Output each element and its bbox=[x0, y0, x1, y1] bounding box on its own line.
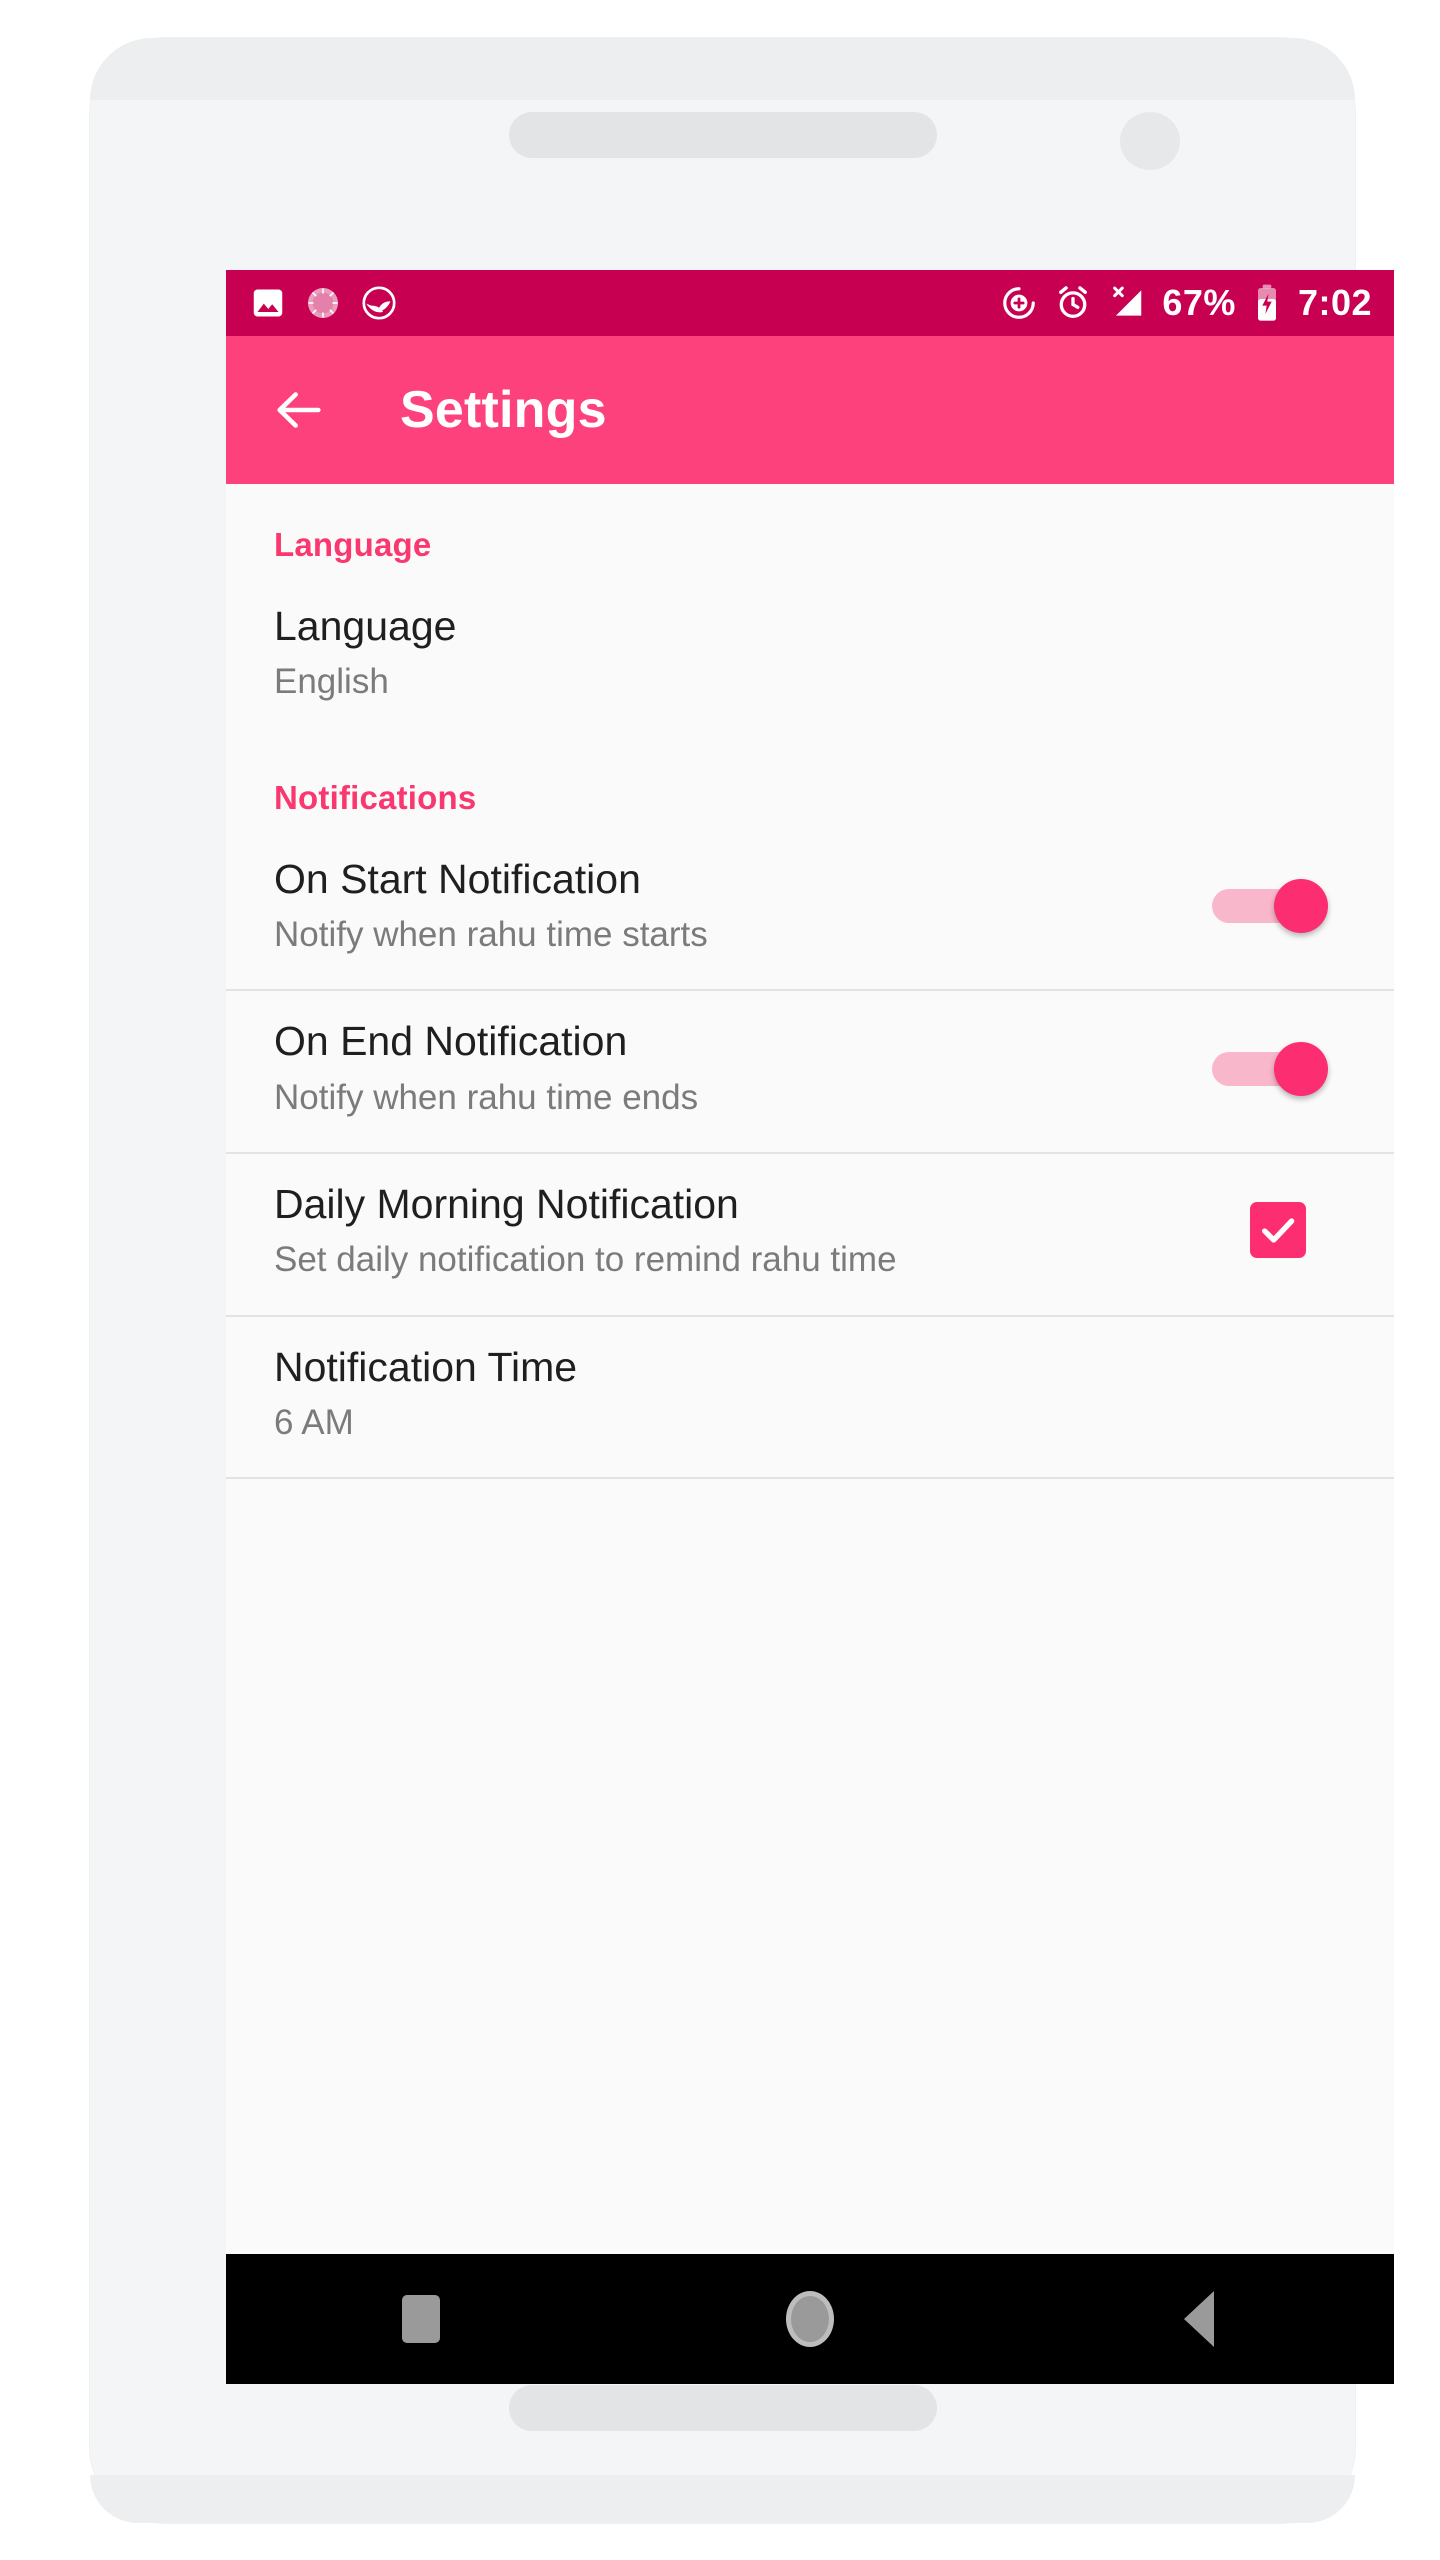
no-signal-icon bbox=[1113, 286, 1142, 316]
android-navigation-bar bbox=[226, 2254, 1394, 2384]
settings-row-on-end-notification[interactable]: On End Notification Notify when rahu tim… bbox=[226, 991, 1394, 1152]
settings-row-daily-morning-notification[interactable]: Daily Morning Notification Set daily not… bbox=[226, 1154, 1394, 1315]
checkbox-daily-morning-notification[interactable] bbox=[1250, 1202, 1306, 1259]
image-icon bbox=[253, 289, 283, 317]
device-top-band bbox=[90, 38, 1355, 100]
battery-charging-icon bbox=[1257, 284, 1276, 321]
row-subtitle: Notify when rahu time ends bbox=[274, 1077, 699, 1117]
back-arrow-icon[interactable] bbox=[270, 381, 328, 439]
toggle-on-start-notification[interactable] bbox=[1208, 873, 1328, 937]
status-bar-system-area: 67% 7:02 bbox=[1000, 282, 1372, 324]
row-text-block: Notification Time 6 AM bbox=[274, 1343, 1346, 1444]
recents-square-icon bbox=[401, 2295, 440, 2343]
row-subtitle: English bbox=[274, 662, 389, 702]
phone-screen: 67% 7:02 Settings Language Language Engl… bbox=[226, 270, 1394, 2384]
row-subtitle: Notify when rahu time starts bbox=[274, 915, 708, 955]
add-circle-icon bbox=[1003, 287, 1036, 319]
toggle-thumb bbox=[1274, 879, 1328, 933]
recents-button[interactable] bbox=[321, 2254, 521, 2384]
back-triangle-icon bbox=[1184, 2291, 1215, 2347]
app-bar: Settings bbox=[226, 336, 1394, 484]
check-icon bbox=[1262, 1218, 1295, 1244]
row-title: On End Notification bbox=[274, 1018, 628, 1065]
app-logo-icon bbox=[362, 286, 396, 320]
row-text-block: On End Notification Notify when rahu tim… bbox=[274, 1017, 1208, 1118]
earpiece-speaker bbox=[508, 112, 937, 158]
battery-percent-label: 67% bbox=[1162, 282, 1236, 323]
row-text-block: Language English bbox=[274, 602, 1346, 703]
bottom-speaker bbox=[508, 2385, 937, 2431]
section-header-language: Language bbox=[274, 526, 432, 563]
status-bar-notification-icons bbox=[250, 284, 398, 322]
row-divider bbox=[226, 1477, 1394, 1480]
settings-row-on-start-notification[interactable]: On Start Notification Notify when rahu t… bbox=[226, 829, 1394, 990]
phone-device-frame: 67% 7:02 Settings Language Language Engl… bbox=[90, 38, 1394, 2523]
settings-row-notification-time[interactable]: Notification Time 6 AM bbox=[226, 1317, 1394, 1478]
toggle-on-end-notification[interactable] bbox=[1208, 1036, 1328, 1100]
sunburst-icon bbox=[307, 287, 339, 319]
row-title: Language bbox=[274, 603, 457, 649]
section-header-notifications: Notifications bbox=[274, 778, 477, 816]
toggle-thumb bbox=[1274, 1041, 1328, 1096]
status-bar: 67% 7:02 bbox=[226, 270, 1394, 336]
row-title: On Start Notification bbox=[274, 855, 641, 902]
row-title: Daily Morning Notification bbox=[274, 1181, 739, 1228]
front-camera bbox=[1120, 112, 1180, 170]
home-button[interactable] bbox=[710, 2254, 910, 2384]
row-subtitle: 6 AM bbox=[274, 1403, 354, 1443]
settings-row-language[interactable]: Language English bbox=[226, 576, 1394, 737]
home-circle-icon bbox=[785, 2291, 834, 2347]
row-subtitle: Set daily notification to remind rahu ti… bbox=[274, 1240, 897, 1280]
alarm-icon bbox=[1059, 286, 1088, 318]
clock-label: 7:02 bbox=[1297, 282, 1372, 323]
row-text-block: Daily Morning Notification Set daily not… bbox=[274, 1180, 1250, 1281]
back-button[interactable] bbox=[1099, 2254, 1299, 2384]
device-bottom-band bbox=[90, 2475, 1355, 2523]
row-text-block: On Start Notification Notify when rahu t… bbox=[274, 855, 1208, 956]
row-title: Notification Time bbox=[274, 1343, 578, 1390]
settings-list: Language Language English Notifications … bbox=[226, 484, 1394, 2254]
page-title: Settings bbox=[400, 381, 607, 439]
